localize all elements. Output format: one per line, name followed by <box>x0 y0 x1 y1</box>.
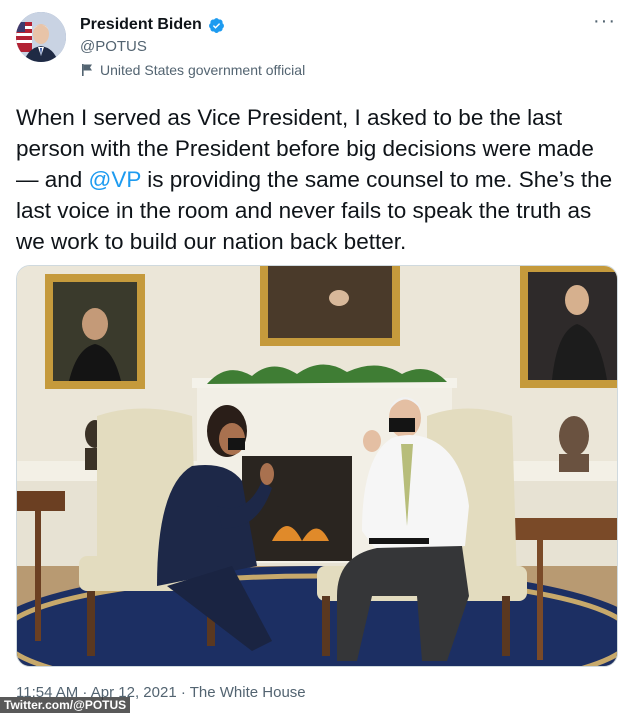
source-watermark: Twitter.com/@POTUS <box>0 697 131 713</box>
tweet-source: The White House <box>189 684 306 701</box>
verified-badge-icon <box>208 17 224 33</box>
government-label-text: United States government official <box>100 62 306 78</box>
mention-link-vp[interactable]: @VP <box>89 167 141 192</box>
author-name-row: President Biden <box>80 16 225 34</box>
meta-separator: · <box>176 684 190 701</box>
oval-office-photo <box>17 266 617 666</box>
government-flag-icon <box>82 64 92 76</box>
more-options-icon[interactable]: ··· <box>593 11 616 31</box>
avatar-image <box>16 12 66 62</box>
tweet-text: When I served as Vice President, I asked… <box>16 102 620 257</box>
author-name[interactable]: President Biden <box>80 16 202 34</box>
government-label: United States government official <box>80 62 305 78</box>
author-handle[interactable]: @POTUS <box>80 38 147 55</box>
tweet-photo[interactable] <box>16 265 618 667</box>
author-avatar[interactable] <box>16 12 66 62</box>
